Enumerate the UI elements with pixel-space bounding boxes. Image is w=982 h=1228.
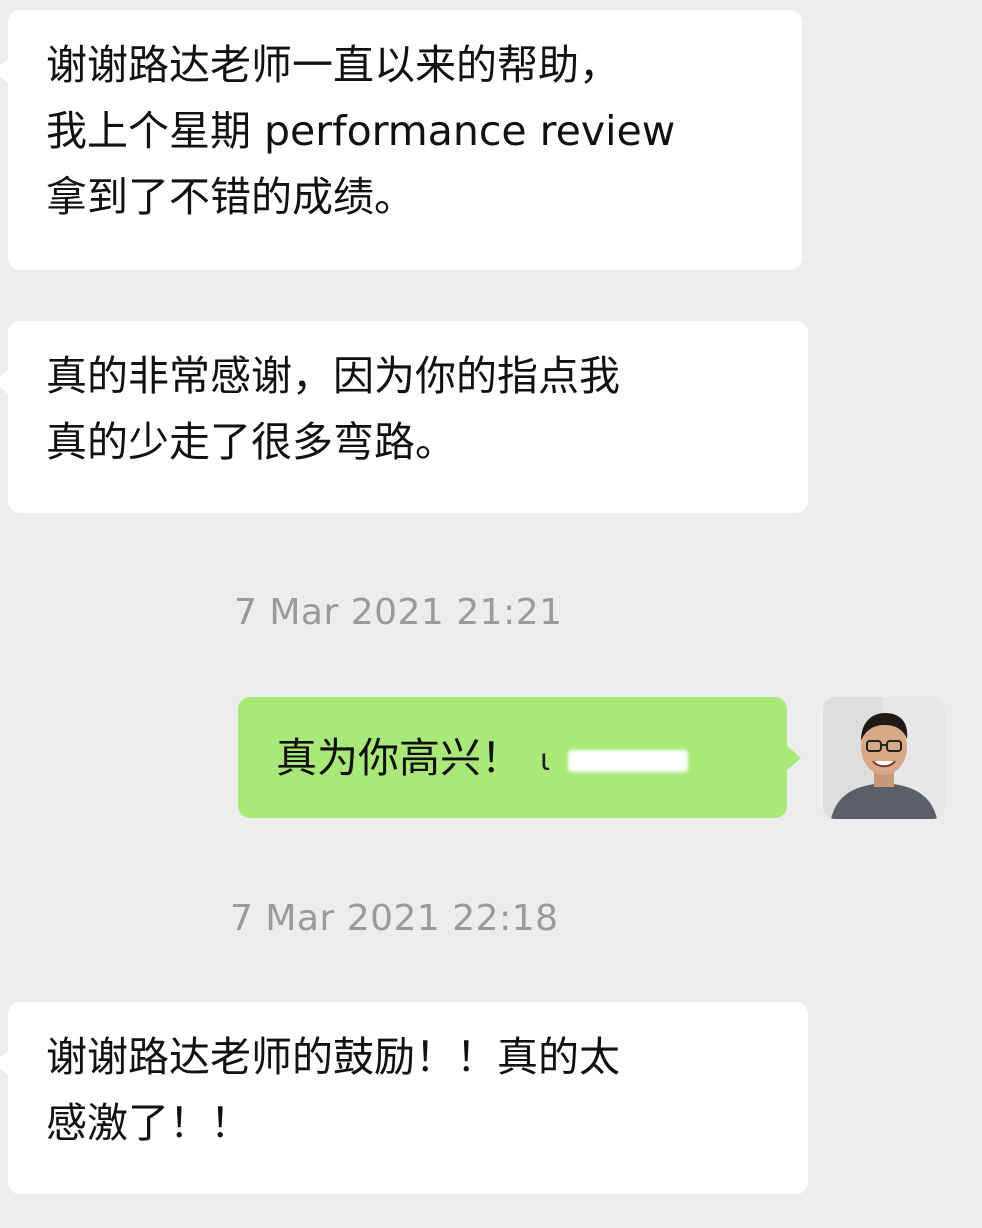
message-text-line: 真的非常感谢，因为你的指点我 (46, 352, 620, 400)
incoming-message-bubble[interactable]: 真的非常感谢，因为你的指点我 真的少走了很多弯路。 (0, 321, 808, 513)
message-text-line: 真的少走了很多弯路。 (46, 418, 456, 466)
avatar[interactable] (823, 697, 945, 819)
message-text-line: 谢谢路达老师一直以来的帮助， (46, 41, 620, 89)
outgoing-message-bubble[interactable]: 真为你高兴！ ι (238, 697, 801, 818)
message-text-line: 谢谢路达老师的鼓励！！真的太 (46, 1033, 620, 1081)
message-text: 真为你高兴！ (276, 734, 522, 782)
text-tick-glyph: ι (540, 743, 551, 778)
message-text-line: 感激了！！ (46, 1099, 251, 1147)
chat-thread: 谢谢路达老师一直以来的帮助， 我上个星期 performance review … (0, 0, 982, 1228)
avatar-photo-icon (823, 697, 945, 819)
message-text-line: 我上个星期 performance review (46, 107, 676, 155)
incoming-message-bubble[interactable]: 谢谢路达老师的鼓励！！真的太 感激了！！ (0, 1002, 808, 1194)
message-text-line: 拿到了不错的成绩。 (46, 173, 415, 221)
redaction-mark (568, 750, 689, 772)
incoming-message-bubble[interactable]: 谢谢路达老师一直以来的帮助， 我上个星期 performance review … (0, 10, 802, 270)
message-timestamp: 7 Mar 2021 21:21 (234, 592, 563, 633)
message-timestamp: 7 Mar 2021 22:18 (230, 898, 559, 939)
